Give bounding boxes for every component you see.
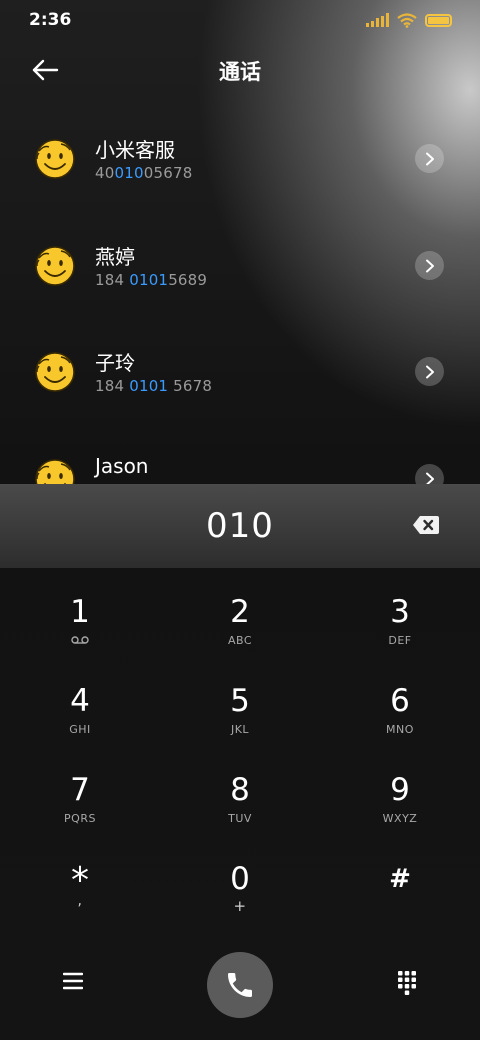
contact-detail-button[interactable] [415,251,444,280]
wifi-icon [397,12,417,28]
chevron-right-icon [425,472,434,484]
key-6[interactable]: 6 MNO [320,683,480,771]
backspace-icon[interactable] [412,514,440,536]
contact-number: 184 0101 5678 [95,377,213,395]
key-3[interactable]: 3 DEF [320,594,480,682]
contact-number: 4001005678 [95,164,193,182]
key-0[interactable]: 0 + [160,861,320,949]
contact-number: 184 01015689 [95,271,208,289]
key-7[interactable]: 7 PQRS [0,772,160,860]
contact-detail-button[interactable] [415,464,444,484]
dialer-screen: 2:36 通话 小米客服 4001005678 燕婷 184 01015689 … [0,0,480,1040]
key-hash[interactable]: # [320,861,480,949]
smiley-avatar-icon [35,246,75,286]
call-button[interactable] [207,952,273,1018]
match-highlight: 0101 [129,271,169,289]
dial-display: 010 [0,484,480,568]
match-highlight: 0101 [129,377,169,395]
dialpad-icon[interactable] [397,970,417,996]
chevron-right-icon [425,152,434,165]
keypad-panel: 010 1 2 ABC 3 DEF 4 GHI 5 JKL 6 MNO 7 PQ… [0,484,480,1040]
signal-icon [366,13,389,27]
match-highlight: 010 [114,164,144,182]
smiley-avatar-icon [35,459,75,484]
contact-list: 小米客服 4001005678 燕婷 184 01015689 子玲 184 0… [0,104,480,484]
contact-item[interactable]: 燕婷 184 01015689 [0,211,480,317]
contact-detail-button[interactable] [415,144,444,173]
chevron-right-icon [425,365,434,378]
key-star[interactable]: * , [0,861,160,949]
smiley-avatar-icon [35,352,75,392]
key-2[interactable]: 2 ABC [160,594,320,682]
key-1[interactable]: 1 [0,594,160,682]
contact-name: 小米客服 [95,138,175,162]
menu-icon[interactable] [63,972,83,990]
contact-item[interactable]: 小米客服 4001005678 [0,104,480,210]
page-title: 通话 [219,60,261,84]
contact-item[interactable]: Jason [0,424,480,484]
header: 通话 [0,48,480,92]
key-8[interactable]: 8 TUV [160,772,320,860]
battery-icon [425,13,452,27]
key-4[interactable]: 4 GHI [0,683,160,771]
chevron-right-icon [425,259,434,272]
contact-detail-button[interactable] [415,357,444,386]
key-5[interactable]: 5 JKL [160,683,320,771]
smiley-avatar-icon [35,139,75,179]
voicemail-icon [71,636,89,644]
status-icons [366,11,452,29]
dial-input[interactable]: 010 [0,506,480,546]
contact-item[interactable]: 子玲 184 0101 5678 [0,317,480,423]
contact-name: 燕婷 [95,245,135,269]
key-9[interactable]: 9 WXYZ [320,772,480,860]
bottom-bar [0,952,480,1022]
status-time: 2:36 [29,10,72,30]
status-bar: 2:36 [0,0,480,40]
phone-call-icon [228,973,252,997]
contact-name: Jason [95,454,149,478]
contact-name: 子玲 [95,351,135,375]
